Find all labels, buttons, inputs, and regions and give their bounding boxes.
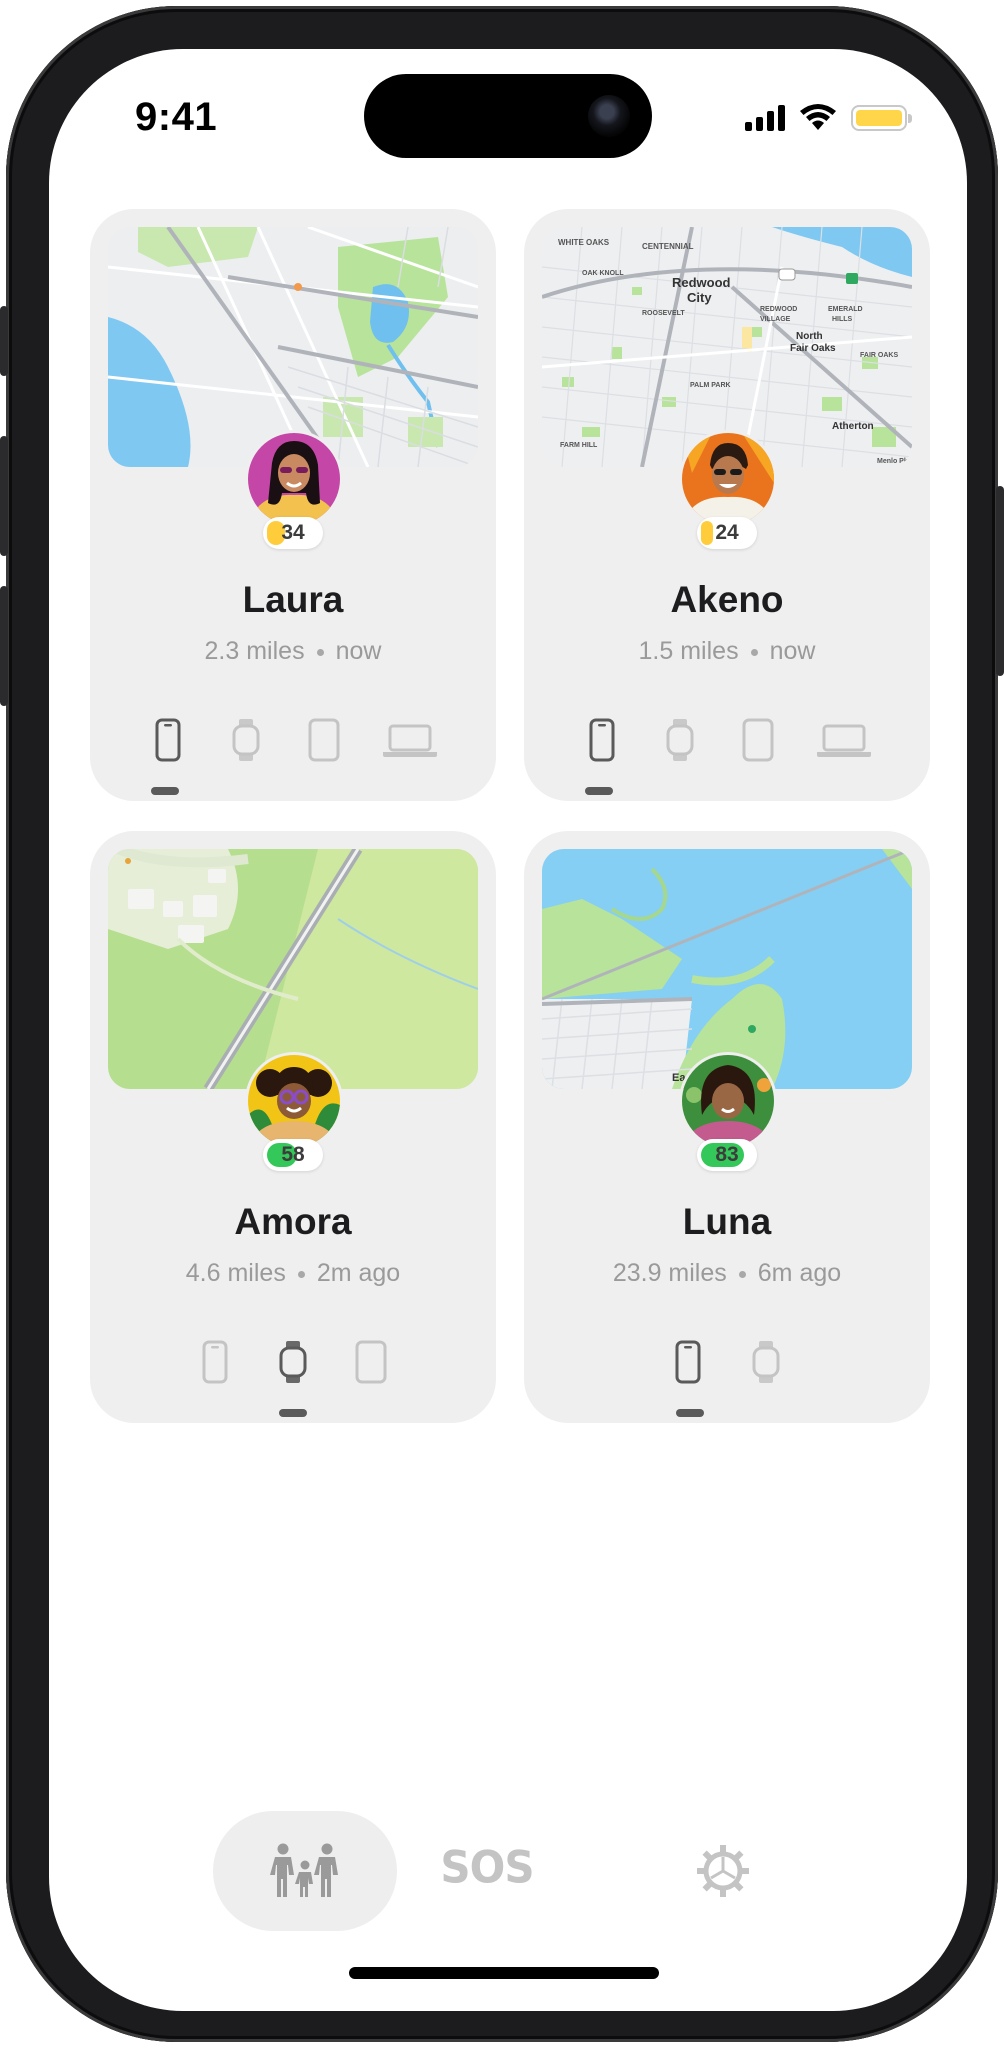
person-card-luna[interactable]: East Pa <box>524 831 930 1423</box>
map-label: FARM HILL <box>560 442 598 449</box>
battery-badge: 34 <box>263 517 323 549</box>
camera-icon <box>588 95 630 137</box>
map-label: Fair Oaks <box>790 343 836 354</box>
last-updated: now <box>769 637 816 665</box>
active-device-indicator <box>279 1409 307 1417</box>
screen: 9:41 34 Laura 2.3 miles now WHITE OAKS C… <box>49 49 967 2011</box>
family-icon <box>270 1843 338 1897</box>
person-meta: 1.5 miles now <box>524 637 930 666</box>
phone-icon[interactable] <box>582 717 622 763</box>
battery-icon <box>851 105 912 131</box>
distance: 1.5 miles <box>638 637 739 665</box>
dynamic-island <box>364 74 652 158</box>
map-label: VILLAGE <box>760 316 791 323</box>
phone-icon[interactable] <box>195 1339 235 1385</box>
avatar-luna <box>682 1055 774 1147</box>
distance: 4.6 miles <box>185 1259 286 1287</box>
map-image: East Pa <box>542 849 912 1089</box>
person-card-akeno[interactable]: WHITE OAKS CENTENNIAL Redwood City OAK K… <box>524 209 930 801</box>
map-label: City <box>687 290 712 305</box>
last-updated: 2m ago <box>316 1259 401 1287</box>
watch-icon[interactable] <box>226 717 266 763</box>
phone-action-button <box>0 306 8 376</box>
map-label: FAIR OAKS <box>860 352 898 359</box>
tablet-icon[interactable] <box>304 717 344 763</box>
status-time: 9:41 <box>135 95 218 139</box>
person-meta: 4.6 miles 2m ago <box>90 1259 496 1288</box>
person-name: Amora <box>234 1201 352 1242</box>
phone-frame: 9:41 34 Laura 2.3 miles now WHITE OAKS C… <box>0 6 1004 2042</box>
map-label: Atherton <box>832 421 874 432</box>
battery-badge: 24 <box>697 517 757 549</box>
active-device-indicator <box>585 787 613 795</box>
last-updated: 6m ago <box>757 1259 842 1287</box>
phone-volume-up-button <box>0 436 8 556</box>
map-image: WHITE OAKS CENTENNIAL Redwood City OAK K… <box>542 227 912 467</box>
person-meta: 2.3 miles now <box>90 637 496 666</box>
location-map[interactable] <box>108 849 478 1089</box>
map-label: Menlo Pk <box>877 458 908 465</box>
tablet-icon[interactable] <box>738 717 778 763</box>
home-indicator <box>349 1967 659 1979</box>
phone-power-button <box>996 486 1004 676</box>
phone-volume-down-button <box>0 586 8 706</box>
battery-badge: 58 <box>263 1139 323 1171</box>
map-label: WHITE OAKS <box>558 238 610 247</box>
watch-icon[interactable] <box>273 1339 313 1385</box>
person-meta: 23.9 miles 6m ago <box>524 1259 930 1288</box>
avatar-amora <box>248 1055 340 1147</box>
map-label: Redwood <box>672 275 731 290</box>
tab-settings[interactable] <box>695 1843 751 1899</box>
device-list <box>90 1339 496 1385</box>
watch-icon[interactable] <box>746 1339 786 1385</box>
device-list <box>524 717 930 763</box>
map-label: EMERALD <box>828 306 863 313</box>
active-device-indicator <box>151 787 179 795</box>
distance: 2.3 miles <box>204 637 305 665</box>
battery-percent: 34 <box>281 521 305 544</box>
person-card-laura[interactable]: 34 Laura 2.3 miles now <box>90 209 496 801</box>
battery-percent: 83 <box>715 1143 739 1166</box>
device-list <box>90 717 496 763</box>
phone-icon[interactable] <box>668 1339 708 1385</box>
avatar-akeno <box>682 433 774 525</box>
map-label: REDWOOD <box>760 306 797 313</box>
tab-sos[interactable]: SOS <box>437 1842 537 1893</box>
map-label: ROOSEVELT <box>642 310 685 317</box>
person-name: Akeno <box>670 579 784 620</box>
device-list <box>524 1339 930 1385</box>
status-icons <box>745 101 912 135</box>
gear-icon <box>697 1845 749 1897</box>
active-device-indicator <box>676 1409 704 1417</box>
map-image <box>108 849 478 1089</box>
location-map[interactable]: East Pa <box>542 849 912 1089</box>
person-name: Laura <box>242 579 344 620</box>
person-name: Luna <box>682 1201 772 1242</box>
tablet-icon[interactable] <box>351 1339 391 1385</box>
map-image <box>108 227 478 467</box>
distance: 23.9 miles <box>612 1259 727 1287</box>
watch-icon[interactable] <box>660 717 700 763</box>
map-label: North <box>796 331 823 342</box>
map-label: PALM PARK <box>690 382 731 389</box>
map-label: OAK KNOLL <box>582 270 624 277</box>
map-label: HILLS <box>832 316 853 323</box>
wifi-icon <box>800 104 836 130</box>
last-updated: now <box>335 637 382 665</box>
phone-icon[interactable] <box>148 717 188 763</box>
battery-percent: 24 <box>715 521 739 544</box>
laptop-icon[interactable] <box>816 717 872 763</box>
battery-percent: 58 <box>281 1143 305 1166</box>
battery-level-fill <box>701 521 714 545</box>
map-label: CENTENNIAL <box>642 242 694 251</box>
location-map[interactable] <box>108 227 478 467</box>
cellular-signal-icon <box>745 105 785 131</box>
tab-family[interactable] <box>213 1811 397 1931</box>
laptop-icon[interactable] <box>382 717 438 763</box>
tab-bar: SOS <box>49 1811 967 1931</box>
location-map[interactable]: WHITE OAKS CENTENNIAL Redwood City OAK K… <box>542 227 912 467</box>
person-card-amora[interactable]: 58 Amora 4.6 miles 2m ago <box>90 831 496 1423</box>
battery-badge: 83 <box>697 1139 757 1171</box>
avatar-laura <box>248 433 340 525</box>
